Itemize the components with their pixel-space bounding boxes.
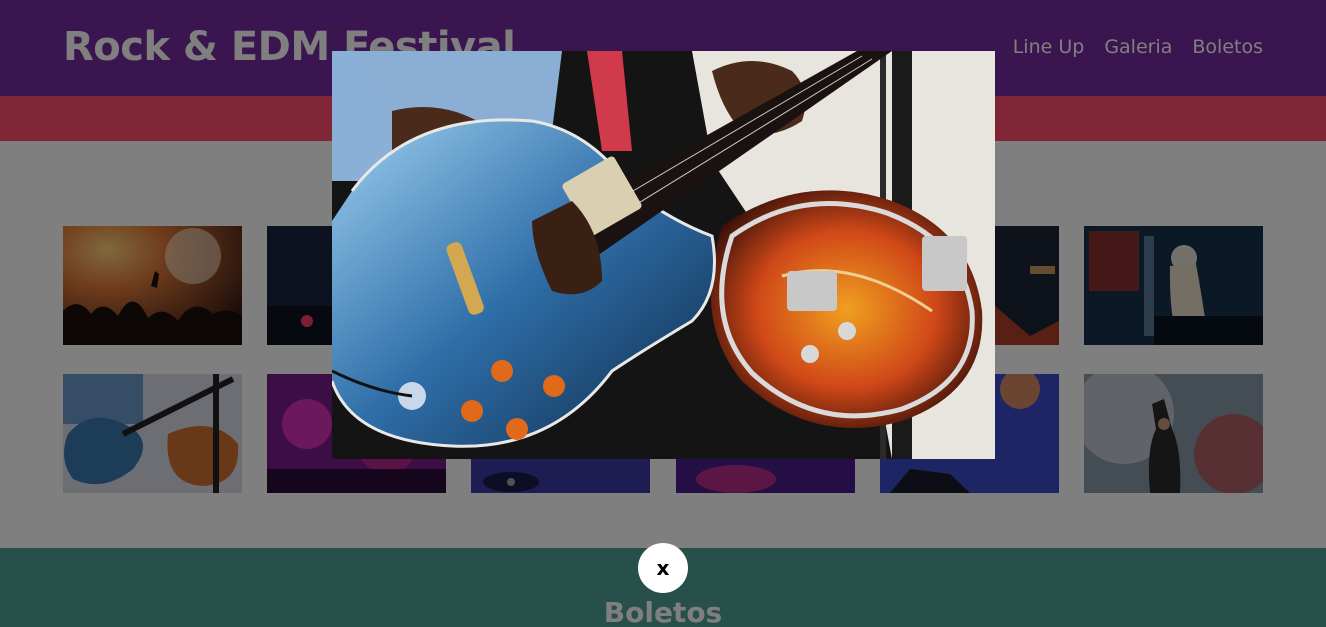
guitar-closeup-image [332, 51, 995, 459]
lightbox-image [332, 51, 995, 459]
close-button[interactable]: x [638, 543, 688, 593]
